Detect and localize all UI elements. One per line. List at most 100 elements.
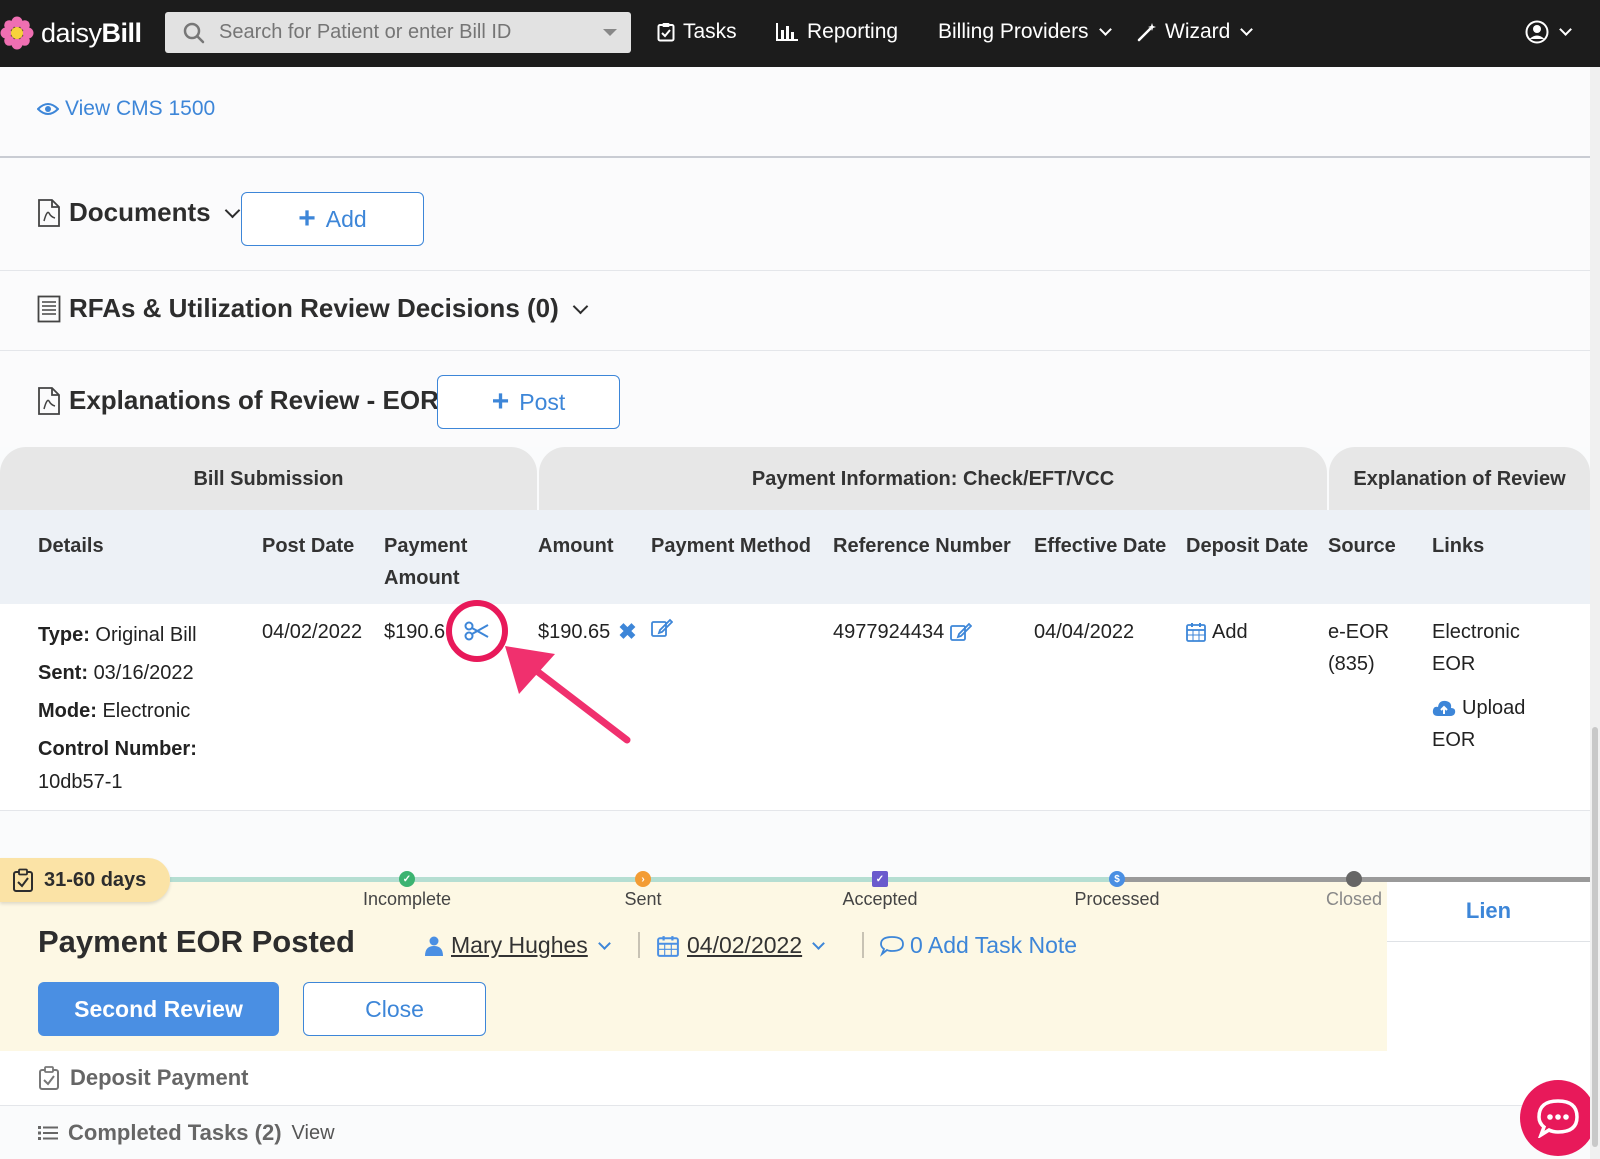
lien-tab[interactable]: Lien (1387, 880, 1590, 942)
eor-table-row: Type: Original Bill Sent: 03/16/2022 Mod… (0, 600, 1590, 811)
annotation-arrow-icon (505, 646, 631, 744)
clipboard-check-icon (39, 1066, 59, 1090)
close-task-button[interactable]: Close (303, 982, 486, 1036)
daisybill-logo[interactable]: daisyBill (0, 16, 142, 50)
user-menu[interactable] (1525, 20, 1572, 44)
deposit-payment-task[interactable]: Deposit Payment (38, 1065, 249, 1091)
stage-accepted-label: Accepted (842, 889, 918, 909)
calendar-icon (657, 935, 679, 957)
upload-eor-line2: EOR (1432, 729, 1476, 751)
payment-method-edit[interactable] (651, 616, 674, 648)
edit-icon (651, 618, 674, 637)
reference-number-cell: 4977924434 (833, 616, 973, 648)
col-effective-date: Effective Date (1034, 535, 1167, 557)
nav-tasks[interactable]: Tasks (657, 20, 737, 44)
col-reference-number: Reference Number (833, 535, 1011, 557)
col-source: Source (1328, 535, 1396, 557)
cms-section: View CMS 1500 (0, 67, 1590, 158)
chat-bubble-icon (1537, 1099, 1579, 1138)
documents-title: Documents (69, 197, 211, 227)
group-payment-information: Payment Information: Check/EFT/VCC (539, 447, 1327, 511)
edit-icon[interactable] (950, 622, 973, 642)
task-assignee-dropdown[interactable]: Mary Hughes (425, 932, 611, 959)
documents-section: Documents + Add (0, 159, 1590, 271)
chevron-down-icon (572, 298, 589, 314)
electronic-eor-line2: EOR (1432, 653, 1476, 675)
stage-sent-label: Sent (624, 889, 662, 909)
add-task-note-link[interactable]: 0 Add Task Note (880, 932, 1077, 959)
documents-header[interactable]: Documents (37, 197, 240, 228)
nav-wizard[interactable]: Wizard (1137, 20, 1254, 44)
deposit-payment-label: Deposit Payment (70, 1065, 249, 1090)
chevron-down-icon (1098, 23, 1112, 36)
view-cms-1500-link[interactable]: View CMS 1500 (37, 97, 215, 121)
comment-icon (880, 935, 904, 957)
col-details: Details (38, 535, 104, 557)
days-aging-label: 31-60 days (44, 868, 147, 891)
logo-text: daisyBill (41, 17, 142, 48)
add-document-button[interactable]: + Add (241, 192, 424, 246)
group-payment-information-label: Payment Information: Check/EFT/VCC (751, 467, 1115, 490)
add-deposit-date-link[interactable]: Add (1186, 616, 1248, 648)
eor-section: Explanations of Review - EOR + Post (0, 351, 1590, 447)
completed-tasks-row: Completed Tasks (2) View (38, 1120, 335, 1146)
search-dropdown-caret-icon[interactable] (603, 29, 617, 36)
nav-reporting[interactable]: Reporting (775, 20, 898, 44)
stage-accepted-dot: ✓ (872, 871, 888, 887)
add-task-note-label: 0 Add Task Note (910, 932, 1078, 958)
rfa-document-icon (37, 295, 61, 322)
electronic-eor-link[interactable]: Electronic EOR (1432, 616, 1520, 680)
plus-icon: + (491, 385, 510, 418)
upload-eor-line1-wrap: Upload (1432, 692, 1525, 724)
nav-billing-providers-label: Billing Providers (938, 20, 1089, 43)
chevron-down-icon (224, 202, 240, 218)
completed-tasks-label: Completed Tasks (2) (68, 1120, 282, 1145)
chevron-down-icon (597, 936, 611, 950)
effective-date-value: 04/04/2022 (1034, 621, 1135, 643)
eor-column-headers: Details Post Date Payment Amount Amount … (0, 510, 1590, 604)
electronic-eor-line1: Electronic (1432, 621, 1520, 643)
magic-wand-icon (1137, 23, 1156, 42)
task-due-date-dropdown[interactable]: 04/02/2022 (657, 932, 825, 959)
chevron-down-icon (1240, 23, 1254, 36)
daisy-flower-icon (0, 16, 34, 50)
group-bill-submission-label: Bill Submission (193, 467, 344, 490)
post-eor-button[interactable]: + Post (437, 375, 620, 429)
bar-chart-icon (776, 23, 798, 41)
rfas-header[interactable]: RFAs & Utilization Review Decisions (0) (37, 293, 589, 324)
nav-reporting-label: Reporting (807, 20, 899, 43)
detail-control-label: Control Number: (38, 738, 197, 760)
detail-sent: Sent: 03/16/2022 (38, 662, 194, 684)
bill-details: Type: Original Bill Sent: 03/16/2022 Mod… (38, 616, 197, 796)
stage-processed-label: Processed (1074, 889, 1160, 909)
col-deposit-date: Deposit Date (1186, 535, 1309, 557)
chat-support-button[interactable] (1520, 1080, 1596, 1156)
search-input[interactable] (219, 21, 579, 44)
scrollbar-thumb[interactable] (1592, 727, 1598, 1147)
task-title: Payment EOR Posted (38, 924, 355, 959)
second-review-button[interactable]: Second Review (38, 982, 279, 1036)
lien-panel: Lien (1387, 880, 1590, 1051)
group-explanation-of-review: Explanation of Review (1329, 447, 1590, 511)
reference-number-value: 4977924434 (833, 621, 945, 643)
scrollbar-track[interactable] (1590, 67, 1600, 1159)
rfas-section: RFAs & Utilization Review Decisions (0) (0, 271, 1590, 351)
stage-closed-dot (1346, 871, 1362, 887)
nav-billing-providers[interactable]: Billing Providers (938, 20, 1112, 44)
pdf-file-icon (38, 386, 60, 415)
patient-search[interactable] (165, 12, 631, 53)
col-payment-amount-line2: Amount (384, 567, 460, 589)
add-document-label: Add (325, 205, 367, 232)
pdf-file-icon (38, 198, 60, 227)
chevron-down-icon (812, 936, 825, 950)
upload-eor-link[interactable]: Upload EOR (1432, 692, 1525, 756)
task-assignee-name: Mary Hughes (451, 932, 588, 958)
view-completed-tasks-link[interactable]: View (292, 1122, 335, 1145)
divider (862, 932, 864, 958)
chevron-down-icon (1559, 23, 1572, 36)
nav-wizard-label: Wizard (1165, 20, 1231, 43)
post-eor-label: Post (519, 388, 566, 415)
stage-closed-label: Closed (1325, 889, 1383, 909)
clipboard-check-icon (13, 868, 33, 892)
group-bill-submission: Bill Submission (0, 447, 537, 511)
